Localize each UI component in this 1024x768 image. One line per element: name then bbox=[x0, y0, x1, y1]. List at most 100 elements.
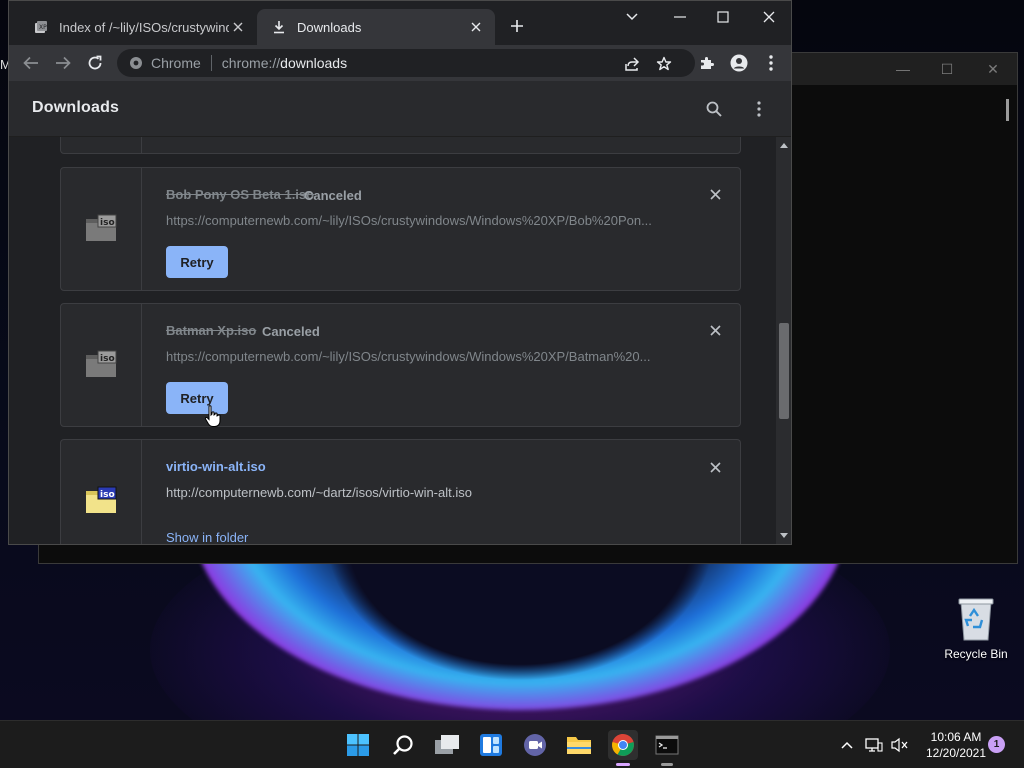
file-url: https://computernewb.com/~lily/ISOs/crus… bbox=[166, 349, 651, 364]
clock-time: 10:06 AM bbox=[930, 730, 982, 744]
scrollbar-thumb[interactable] bbox=[779, 323, 789, 419]
back-arrow-icon[interactable] bbox=[19, 51, 43, 75]
search-icon bbox=[393, 735, 413, 755]
chrome-menu-icon[interactable] bbox=[759, 51, 783, 75]
downloads-list[interactable]: iso Bob Pony OS Beta 1.iso Canceled http… bbox=[9, 137, 776, 544]
download-status: Canceled bbox=[262, 323, 320, 341]
remove-download-icon[interactable] bbox=[706, 185, 724, 203]
tab-strip: XP Index of /~lily/ISOs/crustywindows/Wi… bbox=[9, 1, 791, 45]
remove-download-icon[interactable] bbox=[706, 458, 724, 476]
address-origin-label: Chrome bbox=[151, 55, 201, 71]
teams-chat-button[interactable] bbox=[520, 730, 550, 760]
show-in-folder-link[interactable]: Show in folder bbox=[166, 530, 248, 544]
task-view-button[interactable] bbox=[432, 730, 462, 760]
page-scrollbar[interactable] bbox=[776, 137, 791, 544]
share-icon[interactable] bbox=[621, 53, 643, 75]
download-icon bbox=[271, 19, 287, 35]
card-icon-column bbox=[61, 137, 142, 153]
scroll-up-arrow-icon[interactable] bbox=[780, 143, 788, 148]
tab-downloads[interactable]: Downloads bbox=[257, 9, 495, 45]
minimize-icon[interactable] bbox=[667, 7, 693, 27]
widgets-button[interactable] bbox=[476, 730, 506, 760]
terminal-icon bbox=[655, 735, 679, 755]
maximize-icon[interactable]: ☐ bbox=[936, 59, 958, 79]
tab-close-icon[interactable] bbox=[229, 18, 247, 36]
search-icon[interactable] bbox=[703, 98, 725, 120]
recycle-bin-desktop-icon[interactable]: Recycle Bin bbox=[940, 596, 1012, 666]
network-icon[interactable] bbox=[864, 735, 884, 755]
tab-title: Downloads bbox=[297, 19, 362, 35]
more-options-icon[interactable] bbox=[748, 98, 770, 120]
remove-download-icon[interactable] bbox=[706, 321, 724, 339]
task-view-icon bbox=[435, 735, 459, 754]
chrome-site-icon bbox=[129, 56, 143, 70]
windows-logo-icon bbox=[347, 734, 369, 756]
search-taskbar-button[interactable] bbox=[388, 730, 418, 760]
start-button[interactable] bbox=[343, 730, 373, 760]
address-divider bbox=[210, 55, 212, 71]
taskbar: 10:06 AM 12/20/2021 1 bbox=[0, 720, 1024, 768]
card-icon-column: iso bbox=[61, 168, 142, 290]
card-icon-column: iso bbox=[61, 440, 142, 544]
tab-title: Index of /~lily/ISOs/crustywindows/Windo… bbox=[59, 19, 229, 35]
file-url: https://computernewb.com/~lily/ISOs/crus… bbox=[166, 213, 652, 228]
address-scheme: chrome:// bbox=[221, 55, 281, 71]
terminal-taskbar-button[interactable] bbox=[652, 730, 682, 766]
iso-file-icon: iso bbox=[86, 214, 117, 241]
scroll-down-arrow-icon[interactable] bbox=[780, 533, 788, 538]
chat-icon bbox=[524, 734, 546, 756]
file-name: Batman Xp.iso bbox=[166, 323, 256, 338]
svg-text:iso: iso bbox=[100, 354, 115, 364]
system-clock[interactable]: 10:06 AM 12/20/2021 bbox=[916, 729, 996, 761]
new-tab-button[interactable] bbox=[506, 15, 528, 37]
reload-icon[interactable] bbox=[83, 51, 107, 75]
svg-text:iso: iso bbox=[100, 218, 115, 228]
toolbar: Chrome chrome://downloads bbox=[9, 45, 791, 81]
svg-text:iso: iso bbox=[100, 490, 115, 500]
tab-close-icon[interactable] bbox=[467, 18, 485, 36]
tab-search-chevron-icon[interactable] bbox=[619, 7, 645, 27]
clock-date: 12/20/2021 bbox=[925, 746, 987, 760]
recycle-bin-label: Recycle Bin bbox=[944, 647, 1008, 661]
address-bar[interactable]: Chrome chrome://downloads bbox=[117, 49, 695, 77]
minimize-icon[interactable]: — bbox=[892, 59, 914, 79]
address-host: downloads bbox=[280, 55, 348, 71]
forward-arrow-icon[interactable] bbox=[51, 51, 75, 75]
file-url: http://computernewb.com/~dartz/isos/virt… bbox=[166, 485, 472, 500]
chrome-window: XP Index of /~lily/ISOs/crustywindows/Wi… bbox=[8, 0, 792, 545]
downloads-header: Downloads bbox=[9, 81, 791, 137]
notification-badge[interactable]: 1 bbox=[988, 736, 1005, 753]
maximize-icon[interactable] bbox=[710, 7, 736, 27]
running-app-indicator bbox=[661, 763, 673, 766]
page-title: Downloads bbox=[32, 99, 120, 116]
card-icon-column: iso bbox=[61, 304, 142, 426]
file-name-link[interactable]: virtio-win-alt.iso bbox=[166, 459, 266, 474]
retry-button[interactable]: Retry bbox=[166, 246, 228, 278]
bookmark-star-icon[interactable] bbox=[653, 53, 675, 75]
tab-index-of-lily-isos[interactable]: XP Index of /~lily/ISOs/crustywindows/Wi… bbox=[19, 9, 257, 45]
status-text: Canceled bbox=[262, 324, 320, 339]
download-card: iso virtio-win-alt.iso http://computerne… bbox=[60, 439, 741, 544]
volume-muted-icon[interactable] bbox=[890, 735, 910, 755]
svg-text:XP: XP bbox=[39, 24, 47, 31]
iso-file-icon: iso bbox=[86, 350, 117, 377]
recycle-bin-icon bbox=[958, 598, 994, 641]
profile-avatar-icon[interactable] bbox=[727, 51, 751, 75]
chrome-taskbar-button[interactable] bbox=[608, 730, 638, 766]
hand-cursor-icon bbox=[204, 405, 221, 427]
file-name-text: Batman Xp.iso bbox=[166, 323, 257, 338]
status-text: Canceled bbox=[304, 188, 362, 203]
extensions-puzzle-icon[interactable] bbox=[695, 51, 719, 75]
terminal-scrollbar[interactable] bbox=[1006, 99, 1009, 121]
file-name-text: Bob Pony OS Beta 1.iso bbox=[166, 187, 315, 202]
iso-file-icon: iso bbox=[86, 486, 117, 513]
file-explorer-button[interactable] bbox=[564, 730, 594, 760]
close-icon[interactable]: ✕ bbox=[982, 59, 1004, 79]
download-card: iso Batman Xp.iso Canceled https://compu… bbox=[60, 303, 741, 427]
download-card: iso Bob Pony OS Beta 1.iso Canceled http… bbox=[60, 167, 741, 291]
folder-icon bbox=[567, 737, 591, 754]
chrome-logo-icon bbox=[612, 734, 634, 756]
chevron-up-icon[interactable] bbox=[837, 735, 857, 755]
download-status: Canceled bbox=[304, 187, 362, 205]
close-window-icon[interactable] bbox=[756, 7, 782, 27]
